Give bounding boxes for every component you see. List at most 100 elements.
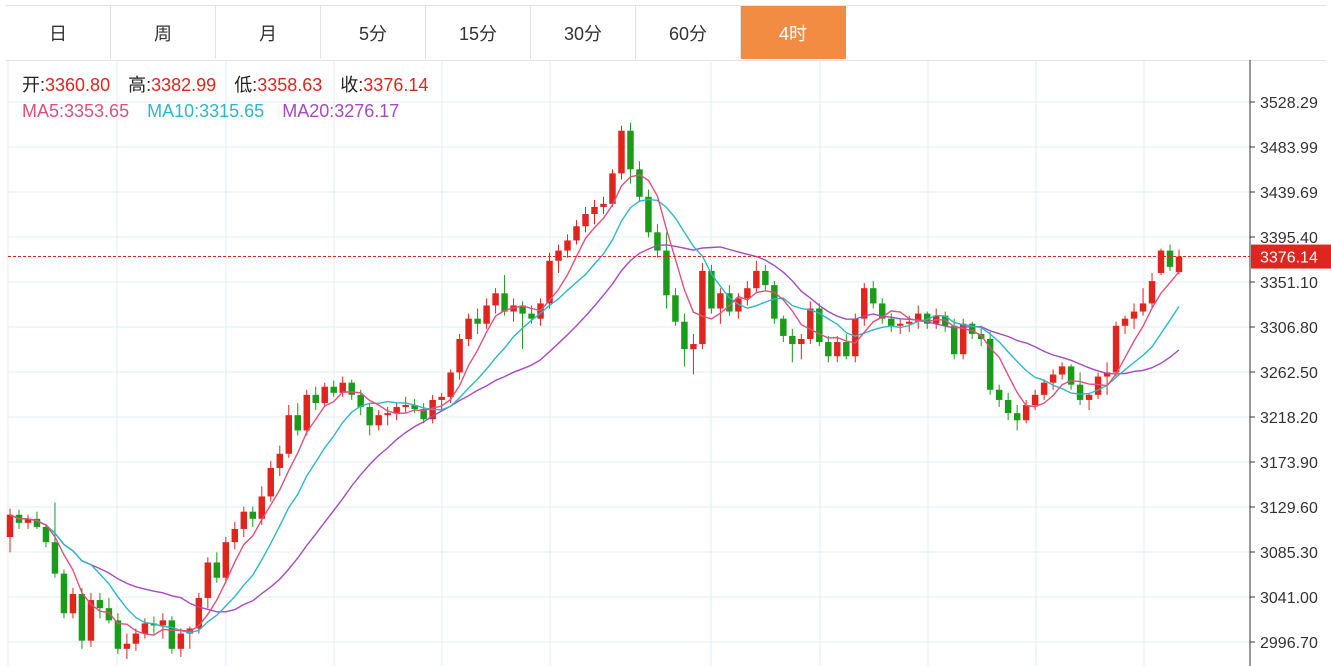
- ma20-label: MA20:: [282, 101, 335, 121]
- candle-body: [627, 130, 634, 170]
- candle-body: [834, 342, 841, 357]
- candle-body: [1094, 376, 1102, 395]
- tab-5[interactable]: 30分: [531, 6, 636, 59]
- candle-body: [663, 250, 670, 296]
- close-value: 3376.14: [363, 75, 429, 95]
- tab-7[interactable]: 4时: [741, 6, 846, 59]
- ma5-value: 3353.65: [64, 101, 130, 121]
- candle-body: [96, 600, 104, 609]
- candle-body: [249, 511, 257, 519]
- candle-body: [384, 413, 391, 416]
- ma20-line: [9, 244, 1180, 613]
- candle-body: [312, 394, 319, 403]
- candle-body: [950, 325, 958, 355]
- candle-body: [1085, 394, 1093, 400]
- ma10-line: [9, 198, 1180, 634]
- candle-body: [321, 386, 328, 403]
- candle-body: [447, 372, 454, 397]
- ohlc-row: 开:3360.80 高:3382.99 低:3358.63 收:3376.14: [22, 72, 428, 98]
- candle-body: [1121, 318, 1129, 326]
- close-label: 收:: [340, 75, 364, 95]
- candle-body: [618, 130, 625, 174]
- ma10-value: 3315.65: [199, 101, 265, 121]
- ohlc-legend: 开:3360.80 高:3382.99 低:3358.63 收:3376.14 MA5…: [22, 72, 428, 124]
- candle-body: [762, 270, 769, 286]
- candle-body: [1112, 325, 1120, 373]
- candle-body: [636, 169, 643, 197]
- candle-body: [456, 338, 463, 373]
- candle-body: [843, 342, 850, 357]
- candle-body: [267, 467, 275, 497]
- tab-2[interactable]: 月: [216, 6, 321, 59]
- candle-body: [231, 528, 239, 543]
- candle-body: [825, 342, 832, 357]
- candle-body: [744, 288, 751, 299]
- candle-body: [303, 394, 310, 431]
- y-tick-label: 3041.00: [1260, 590, 1318, 607]
- y-tick-label: 3306.80: [1260, 320, 1318, 337]
- candle-body: [771, 285, 778, 319]
- candle-body: [222, 542, 230, 578]
- candle-body: [654, 232, 661, 251]
- candlestick-chart: 3528.29 3483.99 3439.69 3395.40 3351.10 3306.…: [0, 60, 1331, 666]
- candle-body: [294, 415, 301, 431]
- candle-body: [123, 643, 131, 649]
- candle-body: [995, 389, 1003, 400]
- candle-body: [807, 308, 814, 339]
- candle-body: [573, 226, 580, 241]
- y-tick-label: 3218.20: [1260, 410, 1318, 427]
- candle-body: [213, 562, 221, 578]
- ma10-label: MA10:: [147, 101, 200, 121]
- candle-body: [240, 511, 248, 529]
- candle-body: [1139, 303, 1147, 312]
- ma20-value: 3276.17: [334, 101, 400, 121]
- candle-body: [897, 323, 904, 326]
- chart-svg: 3528.29 3483.99 3439.69 3395.40 3351.10 3306.…: [6, 60, 1331, 666]
- y-tick-label: 3483.99: [1260, 140, 1318, 157]
- candle-body: [1049, 374, 1057, 383]
- last-price-label: 3376.14: [1260, 250, 1318, 267]
- y-tick-label: 3129.60: [1260, 500, 1318, 517]
- y-tick-label: 3262.50: [1260, 365, 1318, 382]
- candle-body: [6, 514, 14, 538]
- y-tick-label: 3173.90: [1260, 455, 1318, 472]
- candle-body: [888, 318, 895, 326]
- high-label: 高:: [128, 75, 152, 95]
- candle-body: [42, 526, 50, 543]
- tab-1[interactable]: 周: [111, 6, 216, 59]
- high-value: 3382.99: [151, 75, 217, 95]
- tab-4[interactable]: 15分: [426, 6, 531, 59]
- candle-body: [492, 293, 499, 306]
- candle-body: [1166, 250, 1174, 267]
- candle-body: [1130, 311, 1138, 319]
- candle-body: [159, 620, 167, 626]
- y-tick-label: 3395.40: [1260, 230, 1318, 247]
- candle-body: [1031, 394, 1039, 406]
- tab-6[interactable]: 60分: [636, 6, 741, 59]
- tab-3[interactable]: 5分: [321, 6, 426, 59]
- candle-body: [699, 270, 706, 345]
- candle-body: [60, 573, 68, 614]
- tab-0[interactable]: 日: [6, 6, 111, 59]
- candle-body: [285, 415, 292, 454]
- candle-body: [717, 293, 724, 309]
- open-label: 开:: [22, 75, 46, 95]
- y-tick-label: 2996.70: [1260, 635, 1318, 652]
- ma-row: MA5:3353.65 MA10:3315.65 MA20:3276.17: [22, 98, 428, 124]
- candle-body: [690, 344, 697, 350]
- low-value: 3358.63: [257, 75, 323, 95]
- candle-body: [798, 338, 805, 345]
- candle-body: [330, 386, 337, 393]
- open-value: 3360.80: [45, 75, 111, 95]
- candle-body: [1013, 413, 1021, 421]
- candle-body: [1058, 366, 1066, 375]
- candle-body: [465, 318, 472, 339]
- candle-body: [986, 338, 994, 390]
- candle-body: [645, 196, 652, 233]
- candle-body: [438, 396, 445, 400]
- y-tick-label: 3439.69: [1260, 185, 1318, 202]
- candle-body: [78, 593, 86, 641]
- candle-body: [177, 633, 185, 649]
- candle-body: [591, 206, 598, 215]
- candle-body: [348, 382, 355, 395]
